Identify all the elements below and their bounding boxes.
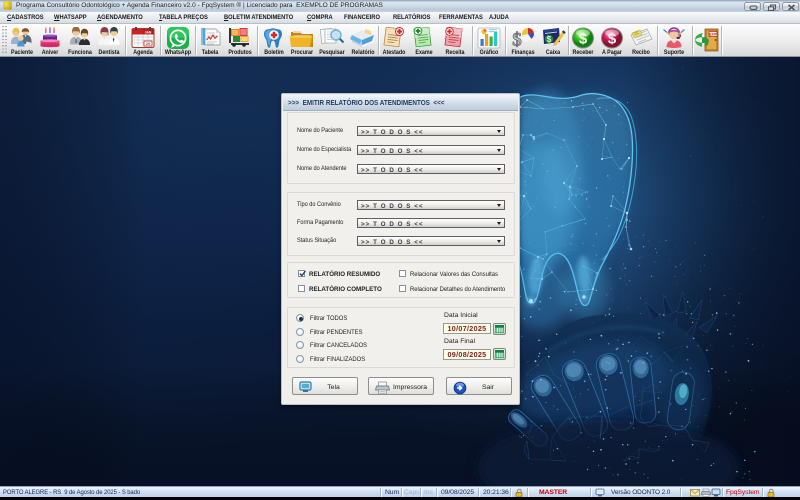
svg-text:$: $ [547,35,552,44]
svg-text:EXIT: EXIT [709,33,718,37]
svg-text:29: 29 [146,42,150,46]
svg-text:JAN: JAN [144,30,151,34]
svg-text:$: $ [512,30,522,50]
